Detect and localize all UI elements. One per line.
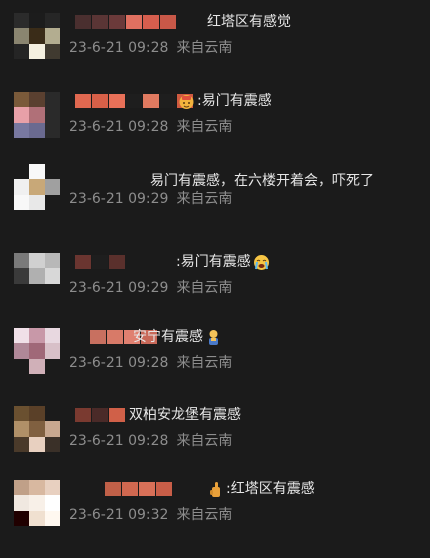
timestamp: 23-6-21 09:29 (69, 280, 169, 296)
avatar[interactable] (14, 406, 60, 452)
avatar[interactable] (14, 164, 60, 210)
timestamp: 23-6-21 09:29 (69, 191, 169, 207)
username-pixelated[interactable] (75, 255, 125, 269)
comment-item: :红塔区有震感 23-6-21 09:32 来自云南 (0, 480, 430, 558)
avatar[interactable] (14, 253, 60, 299)
crying-emoji-icon (253, 254, 270, 271)
person-emoji-icon (205, 329, 222, 346)
avatar[interactable] (14, 328, 60, 374)
location: 来自云南 (176, 40, 233, 56)
avatar[interactable] (14, 480, 60, 526)
comment-text: :红塔区有震感 (205, 479, 315, 499)
location: 来自云南 (176, 191, 233, 207)
location: 来自云南 (176, 119, 233, 135)
username-pixelated[interactable] (75, 15, 176, 29)
emoji-icon (178, 93, 195, 110)
comment-meta: 23-6-21 09:29 来自云南 (69, 278, 232, 298)
comment-text: 安宁有震感 (133, 327, 224, 347)
location: 来自云南 (176, 280, 233, 296)
comment-text: :易门有震感 (176, 91, 272, 111)
location: 来自云南 (176, 433, 233, 449)
comment-item: 双柏安龙堡有震感 23-6-21 09:28 来自云南 (0, 406, 430, 484)
comment-item: 红塔区有感觉 23-6-21 09:28 来自云南 (0, 13, 430, 91)
comment-meta: 23-6-21 09:28 来自云南 (69, 353, 232, 373)
comment-item: :易门有震感 23-6-21 09:29 来自云南 (0, 253, 430, 331)
username-pixelated[interactable] (105, 482, 172, 496)
timestamp: 23-6-21 09:28 (69, 40, 169, 56)
timestamp: 23-6-21 09:32 (69, 507, 169, 523)
comment-text: 易门有震感，在六楼开着会，吓死了 (150, 173, 374, 189)
comment-meta: 23-6-21 09:32 来自云南 (69, 505, 232, 525)
comment-item: 易门有震感，在六楼开着会，吓死了 23-6-21 09:29 来自云南 (0, 164, 430, 242)
comment-text: 双柏安龙堡有震感 (129, 407, 241, 423)
comment-item: :易门有震感 23-6-21 09:28 来自云南 (0, 92, 430, 170)
comment-meta: 23-6-21 09:29 来自云南 (69, 189, 232, 209)
avatar[interactable] (14, 13, 60, 59)
comment-item: 安宁有震感 23-6-21 09:28 来自云南 (0, 328, 430, 406)
comment-meta: 23-6-21 09:28 来自云南 (69, 117, 232, 137)
hand-emoji-icon (207, 481, 224, 498)
username-pixelated[interactable] (75, 408, 125, 422)
timestamp: 23-6-21 09:28 (69, 433, 169, 449)
comment-meta: 23-6-21 09:28 来自云南 (69, 431, 232, 451)
timestamp: 23-6-21 09:28 (69, 355, 169, 371)
comment-text: 红塔区有感觉 (207, 14, 291, 30)
comment-text: :易门有震感 (176, 252, 272, 272)
timestamp: 23-6-21 09:28 (69, 119, 169, 135)
location: 来自云南 (176, 355, 233, 371)
avatar[interactable] (14, 92, 60, 138)
location: 来自云南 (176, 507, 233, 523)
comment-meta: 23-6-21 09:28 来自云南 (69, 38, 232, 58)
